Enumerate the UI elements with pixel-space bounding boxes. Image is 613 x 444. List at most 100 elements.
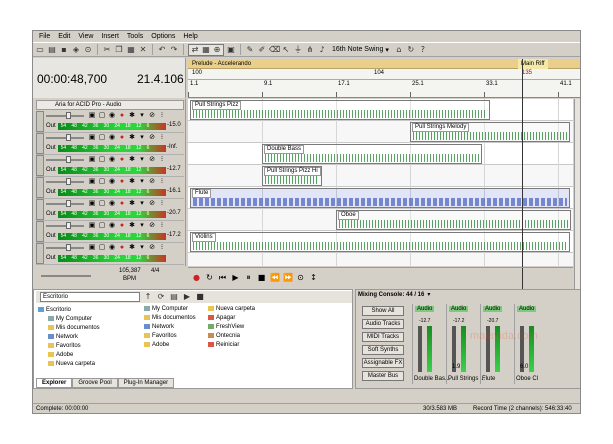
tree-item[interactable]: Escritorio: [38, 306, 138, 315]
menu-options[interactable]: Options: [147, 31, 179, 42]
file-item[interactable]: Apagar: [208, 314, 272, 323]
loop-icon[interactable]: ↻: [406, 45, 416, 55]
refresh-icon[interactable]: ⟳: [156, 292, 166, 302]
track-lane[interactable]: [188, 253, 573, 266]
solo-icon[interactable]: ◉: [108, 178, 116, 186]
mute-icon[interactable]: ▢: [98, 178, 106, 186]
metronome-icon[interactable]: ⌂: [394, 45, 404, 55]
fx-icon[interactable]: ▣: [88, 156, 96, 164]
help-icon[interactable]: ?: [418, 45, 428, 55]
no-symbol-icon[interactable]: ⊘: [148, 200, 156, 208]
track-header[interactable]: ▣ ▢ ◉ ● ✱ ▾ ⊘ ⁝ Out 54 48 42 36 30 24 18 12 6: [36, 243, 184, 265]
envelope-icon[interactable]: ✱: [128, 222, 136, 230]
fx-icon[interactable]: ▣: [88, 222, 96, 230]
tree-item[interactable]: Nueva carpeta: [38, 360, 138, 369]
audio-event[interactable]: Oboe: [336, 210, 571, 230]
volume-slider[interactable]: [46, 115, 84, 117]
erase-tool-icon[interactable]: ⌫: [269, 45, 280, 55]
master-bus-button[interactable]: Master Bus: [362, 371, 404, 381]
volume-knob[interactable]: [66, 244, 71, 251]
volume-knob[interactable]: [66, 178, 71, 185]
undo-icon[interactable]: ↶: [157, 45, 167, 55]
note-icon[interactable]: ♪: [317, 45, 327, 55]
track-options-icon[interactable]: ▾: [138, 222, 146, 230]
menu-edit[interactable]: Edit: [54, 31, 74, 42]
envelope-tool-icon[interactable]: ⏚: [293, 45, 303, 55]
location-combo[interactable]: Escritorio: [40, 292, 140, 302]
tree-item[interactable]: Adobe: [38, 351, 138, 360]
volume-knob[interactable]: [66, 112, 71, 119]
menu-file[interactable]: File: [35, 31, 54, 42]
volume-slider[interactable]: [46, 203, 84, 205]
solo-icon[interactable]: ◉: [108, 134, 116, 142]
track-number[interactable]: [36, 155, 44, 176]
arm-record-icon[interactable]: ●: [118, 112, 126, 120]
snap-icon[interactable]: ⇄: [190, 45, 200, 55]
fx-icon[interactable]: ▣: [88, 200, 96, 208]
track-header[interactable]: ▣ ▢ ◉ ● ✱ ▾ ⊘ ⁝ Out 54 48 42 36 30 24 18 12 6 -1…: [36, 221, 184, 243]
envelope-icon[interactable]: ✱: [128, 156, 136, 164]
file-item[interactable]: Ontecnia: [208, 332, 272, 341]
file-item[interactable]: My Computer: [144, 305, 208, 314]
mute-icon[interactable]: ▢: [98, 134, 106, 142]
audio-event[interactable]: Pull Strings Pizz Hi: [262, 166, 322, 186]
tree-item[interactable]: My Computer: [38, 315, 138, 324]
volume-knob[interactable]: [66, 222, 71, 229]
track-header[interactable]: ▣ ▢ ◉ ● ✱ ▾ ⊘ ⁝ Out 54 48 42 36 30 24 18 12 6 -1…: [36, 155, 184, 177]
open-folder-icon[interactable]: ▤: [47, 45, 57, 55]
paste-icon[interactable]: ▦: [126, 45, 136, 55]
file-item[interactable]: FreshView: [208, 323, 272, 332]
envelope-icon[interactable]: ✱: [128, 200, 136, 208]
info-icon[interactable]: ⁝: [158, 112, 166, 120]
mute-icon[interactable]: ▢: [98, 200, 106, 208]
copy-icon[interactable]: ❐: [114, 45, 124, 55]
solo-icon[interactable]: ◉: [108, 156, 116, 164]
stop-icon[interactable]: ■: [257, 273, 266, 282]
no-symbol-icon[interactable]: ⊘: [148, 156, 156, 164]
track-options-icon[interactable]: ▾: [138, 178, 146, 186]
no-symbol-icon[interactable]: ⊘: [148, 134, 156, 142]
stop-preview-icon[interactable]: ■: [195, 292, 205, 302]
arm-record-icon[interactable]: ●: [118, 244, 126, 252]
volume-slider[interactable]: [46, 181, 84, 183]
tab-groove-pool[interactable]: Groove Pool: [72, 378, 118, 388]
menu-view[interactable]: View: [74, 31, 97, 42]
paint-tool-icon[interactable]: ✐: [257, 45, 267, 55]
vertical-zoom-icon[interactable]: ↕: [309, 273, 318, 282]
volume-slider[interactable]: [46, 247, 84, 249]
file-item[interactable]: Favoritos: [144, 332, 208, 341]
play-from-start-icon[interactable]: ⏮: [218, 273, 227, 283]
track-options-icon[interactable]: ▾: [138, 112, 146, 120]
fx-icon[interactable]: ▣: [88, 134, 96, 142]
solo-icon[interactable]: ◉: [108, 244, 116, 252]
fx-icon[interactable]: ▣: [88, 244, 96, 252]
audio-event[interactable]: Pull Strings Pizz: [190, 100, 490, 120]
go-start-icon[interactable]: ⏪: [270, 273, 280, 282]
tempo-marker-135[interactable]: 135: [522, 70, 532, 76]
volume-knob[interactable]: [66, 134, 71, 141]
record-icon[interactable]: ●: [192, 273, 201, 282]
delete-icon[interactable]: ✕: [138, 45, 148, 55]
track-options-icon[interactable]: ▾: [138, 200, 146, 208]
info-icon[interactable]: ⁝: [158, 134, 166, 142]
track-options-icon[interactable]: ▾: [138, 156, 146, 164]
file-item[interactable]: Reiniciar: [208, 341, 272, 350]
file-item[interactable]: Adobe: [144, 341, 208, 350]
loop-playback-icon[interactable]: ↻: [205, 273, 214, 282]
show-all-button[interactable]: Show All: [362, 306, 404, 316]
track-header[interactable]: ▣ ▢ ◉ ● ✱ ▾ ⊘ ⁝ Out 54 48 42 36 30 24 18 12 6 -2…: [36, 199, 184, 221]
go-end-icon[interactable]: ⏩: [283, 273, 293, 282]
assignable-fx-button[interactable]: Assignable FX: [362, 358, 404, 368]
audio-event[interactable]: Pull Strings Melody: [410, 122, 570, 142]
file-item[interactable]: Network: [144, 323, 208, 332]
grid-icon[interactable]: ▦: [201, 45, 211, 55]
swing-selector[interactable]: 16th Note Swing ▾: [329, 46, 392, 54]
menu-help[interactable]: Help: [179, 31, 201, 42]
tree-item[interactable]: Network: [38, 333, 138, 342]
track-number[interactable]: [36, 221, 44, 242]
mixer-options-icon[interactable]: ▾: [427, 291, 430, 298]
views-icon[interactable]: ▤: [169, 292, 179, 302]
menu-tools[interactable]: Tools: [123, 31, 147, 42]
mute-icon[interactable]: ▢: [98, 244, 106, 252]
track-number[interactable]: [36, 199, 44, 220]
